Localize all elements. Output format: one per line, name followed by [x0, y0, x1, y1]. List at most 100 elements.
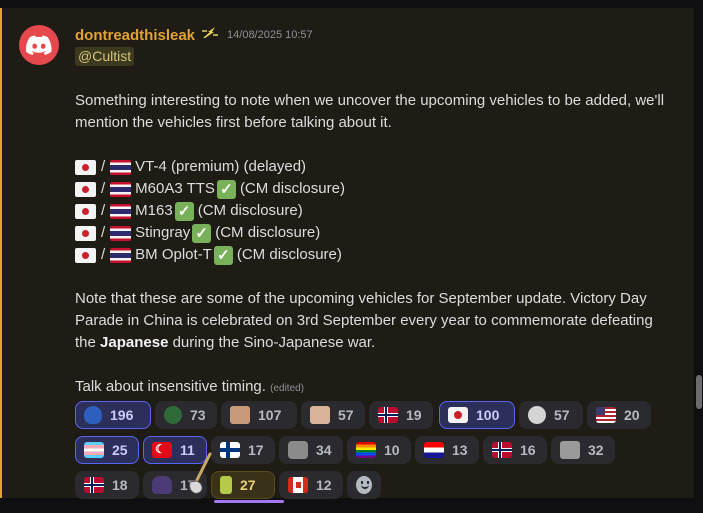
reaction-button[interactable]: 17	[211, 436, 275, 464]
reaction-count: 57	[338, 407, 354, 423]
rainbow-flag-emoji-icon	[356, 442, 376, 458]
reaction-button[interactable]: 27	[211, 471, 275, 499]
us-flag-emoji-icon	[596, 407, 616, 423]
thailand-flag-icon	[110, 159, 132, 175]
timestamp[interactable]: 14/08/2025 10:57	[227, 29, 313, 41]
vehicle-name: BM Oplot-T	[135, 246, 212, 263]
croatia-flag-emoji-icon	[424, 442, 444, 458]
japan-flag-icon	[75, 203, 96, 219]
turkey-flag-emoji-icon	[152, 442, 172, 458]
japan-flag-icon	[75, 159, 96, 175]
reaction-button[interactable]: 16	[483, 436, 547, 464]
reaction-button[interactable]: 57	[519, 401, 583, 429]
vehicle-note: (CM disclosure)	[215, 224, 321, 241]
message[interactable]: dontreadthisleak 14/08/2025 10:57 @Culti…	[0, 8, 694, 503]
reaction-count: 34	[316, 442, 332, 458]
reaction-button[interactable]: 57	[301, 401, 365, 429]
thailand-flag-icon	[110, 225, 132, 241]
reaction-count: 20	[624, 407, 640, 423]
note-paragraph: Note that these are some of the upcoming…	[75, 290, 653, 351]
norway-flag-emoji-icon	[84, 477, 104, 493]
reaction-count: 19	[406, 407, 422, 423]
thailand-flag-icon	[110, 203, 132, 219]
reaction-button[interactable]: 196	[75, 401, 151, 429]
japan-flag-icon	[75, 181, 96, 197]
japan-flag-icon	[75, 247, 96, 263]
vehicle-name: M60A3 TTS	[135, 180, 215, 197]
vehicle-note: (CM disclosure)	[197, 202, 303, 219]
reaction-count: 100	[476, 407, 500, 423]
reaction-count: 12	[316, 477, 332, 493]
thailand-flag-icon	[110, 247, 132, 263]
reaction-button[interactable]: 19	[369, 401, 433, 429]
bottle-emoji-icon	[220, 476, 232, 494]
vehicle-line: / M60A3 TTS ✓ (CM disclosure)	[75, 178, 665, 200]
dog-emoji-icon	[560, 441, 580, 459]
cat-emoji-icon	[288, 441, 308, 459]
vehicle-name: VT-4 (premium) (delayed)	[135, 158, 307, 175]
transgender-flag-emoji-icon	[84, 442, 104, 458]
message-content: Something interesting to note when we un…	[75, 90, 665, 400]
hover-indicator	[214, 500, 284, 503]
blue-blob-emoji-icon	[84, 406, 102, 424]
reaction-count: 10	[384, 442, 400, 458]
reaction-count: 196	[110, 407, 134, 423]
chat-area: dontreadthisleak 14/08/2025 10:57 @Culti…	[0, 0, 703, 513]
smile-emoji-icon	[356, 476, 372, 494]
message-header: dontreadthisleak 14/08/2025 10:57	[75, 25, 313, 45]
reaction-button[interactable]: 25	[75, 436, 139, 464]
mouse-pointer-icon	[189, 452, 212, 494]
lightning-badge-icon[interactable]	[201, 26, 219, 45]
reaction-button[interactable]: 13	[415, 436, 479, 464]
vehicle-line: / BM Oplot-T ✓ (CM disclosure)	[75, 244, 665, 266]
bold-text: Japanese	[100, 334, 169, 351]
vehicle-line: / VT-4 (premium) (delayed)	[75, 156, 665, 178]
check-mark-icon: ✓	[174, 201, 194, 221]
reaction-count: 73	[190, 407, 206, 423]
finland-flag-emoji-icon	[220, 442, 240, 458]
reaction-count: 13	[452, 442, 468, 458]
closing-text: Talk about insensitive timing. (edited)	[75, 378, 305, 395]
check-mark-icon: ✓	[216, 179, 236, 199]
reaction-button[interactable]: 20	[587, 401, 651, 429]
reaction-button[interactable]: 18	[75, 471, 139, 499]
discord-logo-icon	[26, 35, 52, 55]
edited-label[interactable]: (edited)	[270, 383, 304, 394]
reaction-button[interactable]: 32	[551, 436, 615, 464]
reaction-button[interactable]: 34	[279, 436, 343, 464]
reaction-button[interactable]: 10	[347, 436, 411, 464]
witch-emoji-icon	[152, 476, 172, 494]
reaction-count: 18	[112, 477, 128, 493]
user-mention[interactable]: @Cultist	[75, 47, 135, 66]
reaction-button[interactable]: 100	[439, 401, 515, 429]
japan-flag-icon	[75, 225, 96, 241]
face2-emoji-icon	[310, 406, 330, 424]
reaction-button[interactable]: 73	[155, 401, 217, 429]
skull-emoji-icon	[528, 406, 546, 424]
reaction-count: 107	[258, 407, 282, 423]
vehicle-note: (CM disclosure)	[239, 180, 345, 197]
reaction-count: 32	[588, 442, 604, 458]
thailand-flag-icon	[110, 181, 132, 197]
reaction-count: 25	[112, 442, 128, 458]
reaction-count: 17	[248, 442, 264, 458]
reaction-count: 27	[240, 477, 256, 493]
vehicle-line: / M163 ✓ (CM disclosure)	[75, 200, 665, 222]
japan-flag-emoji-icon	[448, 407, 468, 423]
reaction-button[interactable]: 12	[279, 471, 343, 499]
norway-flag-emoji-icon	[378, 407, 398, 423]
intro-text: Something interesting to note when we un…	[75, 92, 665, 131]
vehicle-line: / Stingray ✓ (CM disclosure)	[75, 222, 665, 244]
face-emoji-icon	[230, 406, 250, 424]
avatar[interactable]	[19, 25, 59, 65]
vehicle-note: (CM disclosure)	[236, 246, 342, 263]
vehicle-name: M163	[135, 202, 173, 219]
scrollbar-thumb[interactable]	[696, 375, 702, 409]
pepe-emoji-icon	[164, 406, 182, 424]
username[interactable]: dontreadthisleak	[75, 27, 195, 44]
reaction-button[interactable]: 107	[221, 401, 297, 429]
add-reaction-button[interactable]	[347, 471, 381, 499]
vehicle-name: Stingray	[135, 224, 191, 241]
canada-flag-emoji-icon	[288, 477, 308, 493]
norway-flag-emoji-icon	[492, 442, 512, 458]
